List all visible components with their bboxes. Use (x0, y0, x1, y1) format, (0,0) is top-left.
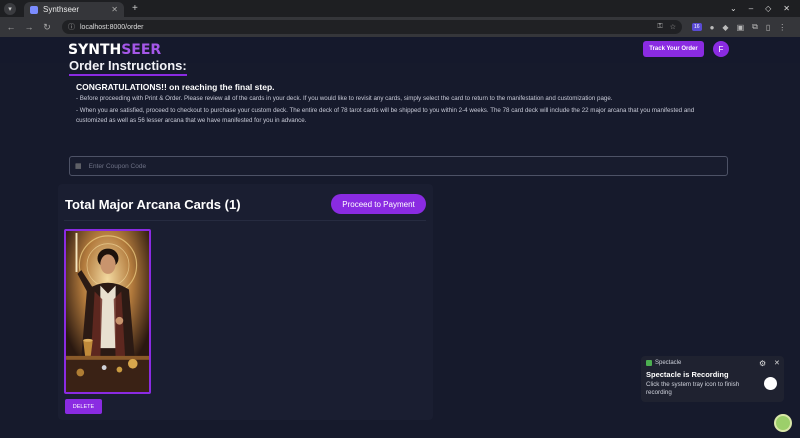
proceed-to-payment-button[interactable]: Proceed to Payment (331, 194, 426, 214)
bookmark-star-icon[interactable]: ☆ (670, 23, 676, 31)
back-icon[interactable]: ← (4, 22, 18, 32)
extension-badge[interactable]: 16 (692, 23, 702, 31)
tarot-card[interactable] (64, 229, 151, 394)
maximize-icon[interactable]: ◇ (765, 4, 771, 13)
url-text: localhost:8000/order (80, 23, 144, 31)
system-tray-avatar-icon[interactable] (774, 414, 792, 432)
coupon-field[interactable]: ▦ (69, 156, 728, 176)
logo-part-synth: SYNTH (68, 42, 122, 58)
notification-app-name: Spectacle (655, 360, 682, 366)
favicon-icon (30, 5, 38, 14)
recording-indicator-icon (764, 377, 777, 390)
congrats-heading: CONGRATULATIONS!! on reaching the final … (76, 82, 275, 92)
logo[interactable]: SYNTHSEER (68, 42, 161, 58)
spectacle-icon (646, 360, 652, 366)
extension-icon[interactable]: ▣ (737, 23, 745, 32)
address-bar[interactable]: ⓘ localhost:8000/order ⚿ ☆ (62, 20, 682, 34)
close-icon[interactable]: ✕ (783, 4, 790, 13)
close-icon[interactable]: ✕ (774, 359, 780, 367)
tab-close-icon[interactable]: ✕ (111, 5, 118, 14)
key-icon[interactable]: ⚿ (657, 23, 662, 31)
reload-icon[interactable]: ↻ (40, 22, 54, 33)
track-order-button[interactable]: Track Your Order (643, 41, 704, 57)
browser-toolbar: ← → ↻ ⓘ localhost:8000/order ⚿ ☆ 16 ● ◆ … (0, 17, 800, 37)
avatar[interactable]: F (713, 41, 729, 57)
window-controls: ⌄ – ◇ ✕ (730, 4, 790, 13)
notification-message: Click the system tray icon to finish rec… (646, 381, 740, 396)
gear-icon[interactable]: ⚙ (759, 359, 766, 368)
order-instructions-title: Order Instructions: (69, 58, 187, 76)
tarot-card-image (66, 231, 149, 392)
extensions-area: 16 ● ◆ ▣ ⧉ ▯ ⋮ (692, 22, 786, 32)
chevron-down-icon[interactable]: ⌄ (730, 4, 737, 13)
extension-icon[interactable]: ◆ (722, 23, 728, 32)
extension-icon[interactable]: ● (710, 23, 715, 32)
minimize-icon[interactable]: – (749, 4, 753, 13)
notification-title: Spectacle is Recording (646, 370, 729, 379)
menu-dots-icon[interactable]: ⋮ (778, 23, 786, 32)
browser-tab-bar: ▾ Synthseer ✕ + ⌄ – ◇ ✕ (0, 0, 800, 17)
coupon-input[interactable] (88, 162, 689, 170)
cards-title: Total Major Arcana Cards (1) (65, 197, 241, 212)
recording-notification: Spectacle ⚙ ✕ Spectacle is Recording Cli… (641, 356, 784, 402)
tab-search-icon[interactable]: ▾ (4, 2, 16, 15)
coupon-icon: ▦ (75, 163, 82, 170)
new-tab-button[interactable]: + (132, 3, 138, 14)
sidebar-icon[interactable]: ▯ (766, 23, 770, 32)
instruction-line: - Before proceeding with Print & Order. … (76, 95, 613, 102)
notification-app: Spectacle (646, 360, 681, 366)
divider (64, 220, 426, 221)
site-info-icon[interactable]: ⓘ (68, 22, 75, 32)
logo-part-seer: SEER (121, 42, 162, 58)
delete-card-button[interactable]: DELETE (65, 399, 102, 414)
instruction-line: - When you are satisfied, proceed to che… (76, 107, 695, 124)
tab-title: Synthseer (43, 5, 80, 14)
forward-icon[interactable]: → (22, 22, 36, 32)
browser-tab[interactable]: Synthseer ✕ (24, 2, 124, 17)
puzzle-icon[interactable]: ⧉ (752, 22, 758, 32)
